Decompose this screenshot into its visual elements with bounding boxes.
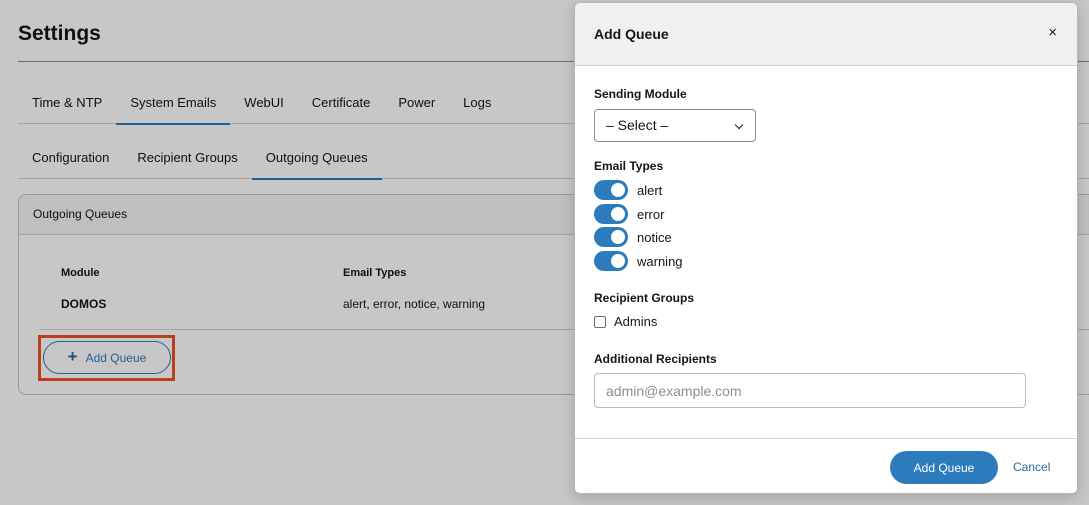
chevron-down-icon	[734, 120, 744, 130]
switch-row-error: error	[594, 204, 664, 224]
cancel-button[interactable]: Cancel	[1013, 460, 1050, 474]
toggle-warning[interactable]	[594, 251, 628, 271]
sending-module-select[interactable]: – Select –	[594, 109, 756, 142]
toggle-alert[interactable]	[594, 180, 628, 200]
sending-module-value: – Select –	[606, 117, 669, 133]
toggle-label-error: error	[637, 206, 665, 222]
email-types-label: Email Types	[594, 159, 664, 173]
toggle-knob	[611, 183, 625, 197]
modal-header: Add Queue ×	[575, 3, 1077, 66]
toggle-knob	[611, 254, 625, 268]
add-queue-submit-button[interactable]: Add Queue	[890, 451, 998, 484]
toggle-knob	[611, 230, 625, 244]
modal-title: Add Queue	[594, 26, 669, 42]
toggle-knob	[611, 207, 625, 221]
additional-recipients-label: Additional Recipients	[594, 352, 717, 366]
switch-row-warning: warning	[594, 251, 683, 271]
sending-module-label: Sending Module	[594, 87, 687, 101]
toggle-label-warning: warning	[637, 253, 683, 269]
checkbox-admins[interactable]	[594, 315, 606, 328]
additional-recipients-input[interactable]	[594, 373, 1026, 408]
toggle-notice[interactable]	[594, 227, 628, 247]
recipient-group-admins: Admins	[594, 314, 657, 329]
close-icon[interactable]: ×	[1048, 25, 1057, 40]
footer-divider	[575, 438, 1077, 439]
toggle-label-alert: alert	[637, 182, 663, 198]
switch-row-notice: notice	[594, 227, 672, 247]
toggle-label-notice: notice	[637, 229, 672, 245]
switch-row-alert: alert	[594, 180, 662, 200]
checkbox-label-admins: Admins	[614, 314, 658, 329]
recipient-groups-label: Recipient Groups	[594, 291, 695, 305]
toggle-error[interactable]	[594, 204, 628, 224]
add-queue-modal: Add Queue × Sending Module – Select – Em…	[574, 2, 1078, 494]
